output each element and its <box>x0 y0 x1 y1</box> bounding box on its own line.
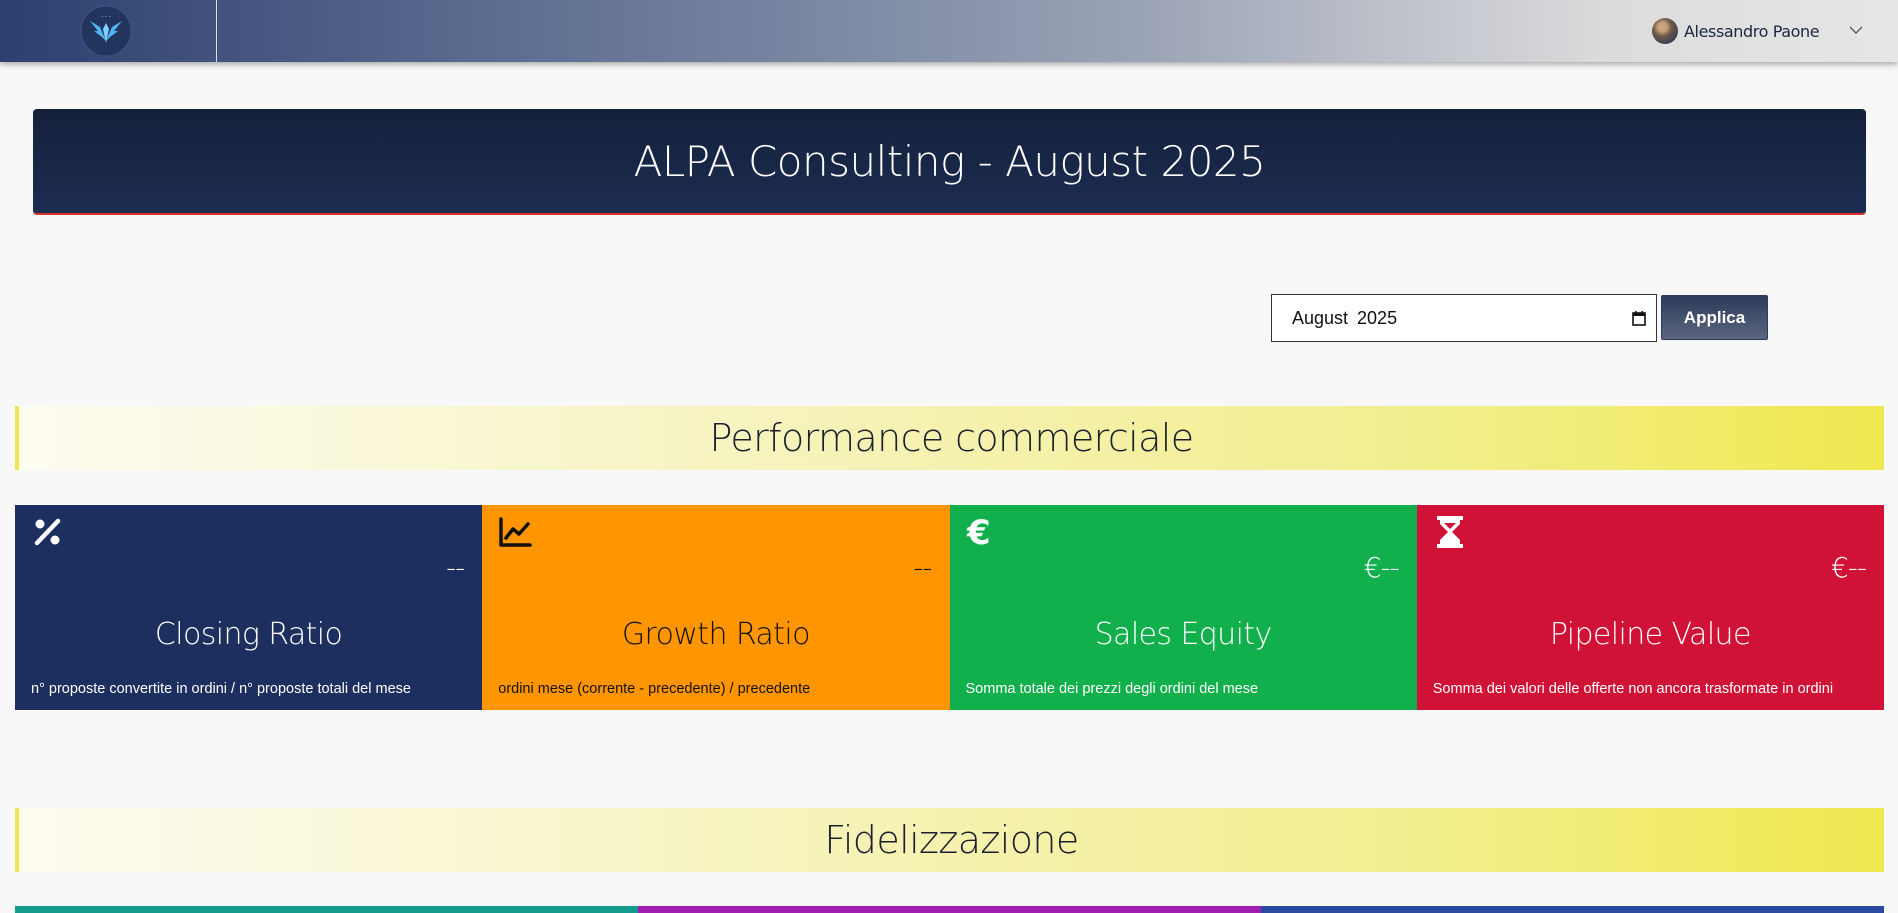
kpi-card-sales-equity: € €-- Sales Equity Somma totale dei prez… <box>949 505 1417 710</box>
apply-button[interactable]: Applica <box>1661 295 1768 340</box>
card-top-edge <box>15 906 638 913</box>
svg-text:• • •: • • • <box>101 14 111 19</box>
kpi-title: Pipeline Value <box>1549 617 1752 652</box>
app-logo[interactable]: • • • <box>80 5 132 57</box>
svg-text:€: € <box>966 515 991 549</box>
kpi-title: Closing Ratio <box>154 617 343 652</box>
kpi-description: n° proposte convertite in ordini / n° pr… <box>31 681 411 697</box>
page-banner: ALPA Consulting - August 2025 <box>33 109 1866 215</box>
percent-icon <box>34 518 61 546</box>
month-picker-value[interactable]: August 2025 <box>1292 308 1632 329</box>
kpi-description: Somma dei valori delle offerte non ancor… <box>1432 681 1834 697</box>
section-header-performance: Performance commerciale <box>15 406 1884 470</box>
card-top-edge <box>638 906 1261 913</box>
card-top-edge <box>1261 906 1884 913</box>
kpi-card-growth-ratio: -- Growth Ratio ordini mese (corrente - … <box>482 505 950 710</box>
user-name[interactable]: Alessandro Paone <box>1684 22 1820 41</box>
logo-area: • • • <box>0 0 217 62</box>
euro-icon: € <box>966 515 991 549</box>
kpi-card-closing-ratio: -- Closing Ratio n° proposte convertite … <box>15 505 483 710</box>
kpi-title: Growth Ratio <box>621 617 811 652</box>
section-header-fidelizzazione: Fidelizzazione <box>15 808 1884 872</box>
user-menu[interactable]: Alessandro Paone <box>1652 18 1820 44</box>
kpi-value: €-- <box>1363 551 1400 584</box>
kpi-title: Sales Equity <box>1094 617 1273 652</box>
kpi-card-pipeline-value: €-- Pipeline Value Somma dei valori dell… <box>1416 505 1884 710</box>
top-navbar: • • • Alessandro Paone <box>0 0 1898 62</box>
kpi-value: -- <box>913 551 932 584</box>
kpi-value: -- <box>446 551 465 584</box>
section-title: Fidelizzazione <box>824 818 1079 862</box>
kpi-description: ordini mese (corrente - precedente) / pr… <box>498 681 811 697</box>
kpi-description: Somma totale dei prezzi degli ordini del… <box>965 681 1259 697</box>
next-cards-strip <box>15 906 1884 913</box>
section-title: Performance commerciale <box>709 416 1194 460</box>
avatar[interactable] <box>1652 18 1678 44</box>
hourglass-icon <box>1436 516 1463 548</box>
kpi-cards: -- Closing Ratio n° proposte convertite … <box>15 505 1884 710</box>
month-picker-input[interactable]: August 2025 <box>1271 294 1657 342</box>
kpi-value: €-- <box>1830 551 1867 584</box>
chevron-down-icon[interactable] <box>1848 24 1864 36</box>
page-title: ALPA Consulting - August 2025 <box>633 136 1266 186</box>
line-chart-icon <box>499 517 532 547</box>
calendar-icon[interactable] <box>1632 310 1646 326</box>
